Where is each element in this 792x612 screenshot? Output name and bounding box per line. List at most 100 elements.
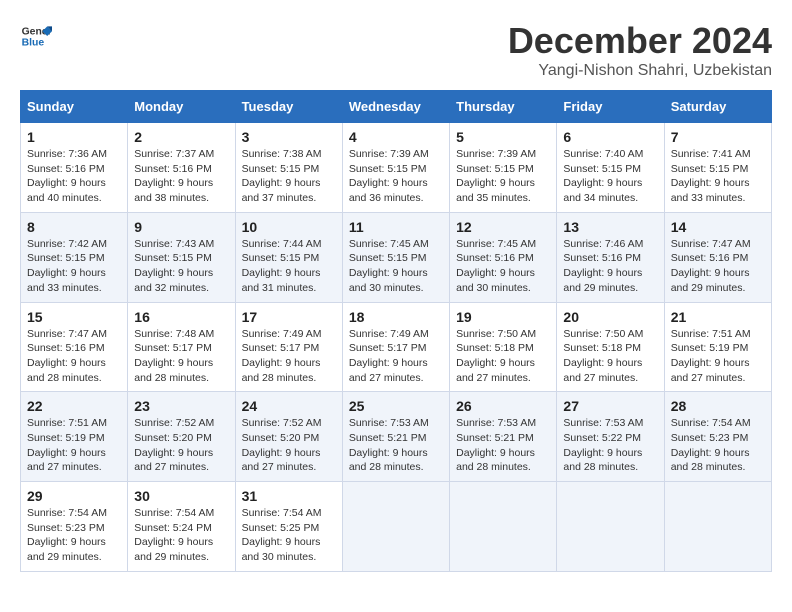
table-cell: 31 Sunrise: 7:54 AM Sunset: 5:25 PM Dayl… <box>235 482 342 572</box>
table-cell: 11 Sunrise: 7:45 AM Sunset: 5:15 PM Dayl… <box>342 212 449 302</box>
table-cell: 10 Sunrise: 7:44 AM Sunset: 5:15 PM Dayl… <box>235 212 342 302</box>
table-cell: 14 Sunrise: 7:47 AM Sunset: 5:16 PM Dayl… <box>664 212 771 302</box>
table-cell: 16 Sunrise: 7:48 AM Sunset: 5:17 PM Dayl… <box>128 302 235 392</box>
day-number: 30 <box>134 488 228 504</box>
day-detail: Sunrise: 7:50 AM Sunset: 5:18 PM Dayligh… <box>456 327 550 386</box>
day-detail: Sunrise: 7:53 AM Sunset: 5:21 PM Dayligh… <box>456 416 550 475</box>
day-detail: Sunrise: 7:38 AM Sunset: 5:15 PM Dayligh… <box>242 147 336 206</box>
col-monday: Monday <box>128 91 235 123</box>
day-detail: Sunrise: 7:47 AM Sunset: 5:16 PM Dayligh… <box>27 327 121 386</box>
day-detail: Sunrise: 7:49 AM Sunset: 5:17 PM Dayligh… <box>242 327 336 386</box>
table-cell: 3 Sunrise: 7:38 AM Sunset: 5:15 PM Dayli… <box>235 123 342 213</box>
day-number: 15 <box>27 309 121 325</box>
logo: General Blue <box>20 20 52 52</box>
table-cell <box>557 482 664 572</box>
table-cell: 1 Sunrise: 7:36 AM Sunset: 5:16 PM Dayli… <box>21 123 128 213</box>
day-number: 10 <box>242 219 336 235</box>
day-detail: Sunrise: 7:47 AM Sunset: 5:16 PM Dayligh… <box>671 237 765 296</box>
day-number: 19 <box>456 309 550 325</box>
table-cell: 7 Sunrise: 7:41 AM Sunset: 5:15 PM Dayli… <box>664 123 771 213</box>
table-cell <box>450 482 557 572</box>
col-thursday: Thursday <box>450 91 557 123</box>
day-detail: Sunrise: 7:37 AM Sunset: 5:16 PM Dayligh… <box>134 147 228 206</box>
day-number: 12 <box>456 219 550 235</box>
day-detail: Sunrise: 7:44 AM Sunset: 5:15 PM Dayligh… <box>242 237 336 296</box>
day-number: 4 <box>349 129 443 145</box>
day-number: 13 <box>563 219 657 235</box>
day-detail: Sunrise: 7:45 AM Sunset: 5:15 PM Dayligh… <box>349 237 443 296</box>
calendar-row: 29 Sunrise: 7:54 AM Sunset: 5:23 PM Dayl… <box>21 482 772 572</box>
day-number: 16 <box>134 309 228 325</box>
table-cell: 6 Sunrise: 7:40 AM Sunset: 5:15 PM Dayli… <box>557 123 664 213</box>
svg-text:Blue: Blue <box>22 38 45 49</box>
day-number: 3 <box>242 129 336 145</box>
header-row: Sunday Monday Tuesday Wednesday Thursday… <box>21 91 772 123</box>
day-number: 27 <box>563 398 657 414</box>
table-cell: 27 Sunrise: 7:53 AM Sunset: 5:22 PM Dayl… <box>557 392 664 482</box>
table-cell: 19 Sunrise: 7:50 AM Sunset: 5:18 PM Dayl… <box>450 302 557 392</box>
table-cell: 21 Sunrise: 7:51 AM Sunset: 5:19 PM Dayl… <box>664 302 771 392</box>
day-detail: Sunrise: 7:53 AM Sunset: 5:21 PM Dayligh… <box>349 416 443 475</box>
day-detail: Sunrise: 7:51 AM Sunset: 5:19 PM Dayligh… <box>671 327 765 386</box>
day-detail: Sunrise: 7:54 AM Sunset: 5:23 PM Dayligh… <box>671 416 765 475</box>
day-number: 14 <box>671 219 765 235</box>
day-number: 20 <box>563 309 657 325</box>
day-number: 9 <box>134 219 228 235</box>
day-detail: Sunrise: 7:39 AM Sunset: 5:15 PM Dayligh… <box>456 147 550 206</box>
col-saturday: Saturday <box>664 91 771 123</box>
col-tuesday: Tuesday <box>235 91 342 123</box>
day-number: 31 <box>242 488 336 504</box>
day-number: 22 <box>27 398 121 414</box>
calendar-subtitle: Yangi-Nishon Shahri, Uzbekistan <box>508 62 772 80</box>
col-wednesday: Wednesday <box>342 91 449 123</box>
day-detail: Sunrise: 7:41 AM Sunset: 5:15 PM Dayligh… <box>671 147 765 206</box>
table-cell: 13 Sunrise: 7:46 AM Sunset: 5:16 PM Dayl… <box>557 212 664 302</box>
day-detail: Sunrise: 7:51 AM Sunset: 5:19 PM Dayligh… <box>27 416 121 475</box>
col-sunday: Sunday <box>21 91 128 123</box>
day-detail: Sunrise: 7:52 AM Sunset: 5:20 PM Dayligh… <box>134 416 228 475</box>
table-cell: 15 Sunrise: 7:47 AM Sunset: 5:16 PM Dayl… <box>21 302 128 392</box>
day-number: 11 <box>349 219 443 235</box>
table-cell: 24 Sunrise: 7:52 AM Sunset: 5:20 PM Dayl… <box>235 392 342 482</box>
day-detail: Sunrise: 7:49 AM Sunset: 5:17 PM Dayligh… <box>349 327 443 386</box>
day-detail: Sunrise: 7:53 AM Sunset: 5:22 PM Dayligh… <box>563 416 657 475</box>
day-detail: Sunrise: 7:45 AM Sunset: 5:16 PM Dayligh… <box>456 237 550 296</box>
day-number: 18 <box>349 309 443 325</box>
logo-icon: General Blue <box>20 20 52 52</box>
table-cell: 8 Sunrise: 7:42 AM Sunset: 5:15 PM Dayli… <box>21 212 128 302</box>
table-cell: 29 Sunrise: 7:54 AM Sunset: 5:23 PM Dayl… <box>21 482 128 572</box>
table-cell: 30 Sunrise: 7:54 AM Sunset: 5:24 PM Dayl… <box>128 482 235 572</box>
day-detail: Sunrise: 7:36 AM Sunset: 5:16 PM Dayligh… <box>27 147 121 206</box>
table-cell: 26 Sunrise: 7:53 AM Sunset: 5:21 PM Dayl… <box>450 392 557 482</box>
day-number: 2 <box>134 129 228 145</box>
day-detail: Sunrise: 7:39 AM Sunset: 5:15 PM Dayligh… <box>349 147 443 206</box>
table-cell: 4 Sunrise: 7:39 AM Sunset: 5:15 PM Dayli… <box>342 123 449 213</box>
day-detail: Sunrise: 7:52 AM Sunset: 5:20 PM Dayligh… <box>242 416 336 475</box>
day-detail: Sunrise: 7:42 AM Sunset: 5:15 PM Dayligh… <box>27 237 121 296</box>
table-cell: 2 Sunrise: 7:37 AM Sunset: 5:16 PM Dayli… <box>128 123 235 213</box>
calendar-row: 1 Sunrise: 7:36 AM Sunset: 5:16 PM Dayli… <box>21 123 772 213</box>
day-number: 23 <box>134 398 228 414</box>
day-detail: Sunrise: 7:43 AM Sunset: 5:15 PM Dayligh… <box>134 237 228 296</box>
table-cell: 22 Sunrise: 7:51 AM Sunset: 5:19 PM Dayl… <box>21 392 128 482</box>
table-cell: 23 Sunrise: 7:52 AM Sunset: 5:20 PM Dayl… <box>128 392 235 482</box>
day-number: 7 <box>671 129 765 145</box>
day-number: 1 <box>27 129 121 145</box>
day-detail: Sunrise: 7:54 AM Sunset: 5:25 PM Dayligh… <box>242 506 336 565</box>
title-block: December 2024 Yangi-Nishon Shahri, Uzbek… <box>508 20 772 80</box>
table-cell <box>664 482 771 572</box>
table-cell: 12 Sunrise: 7:45 AM Sunset: 5:16 PM Dayl… <box>450 212 557 302</box>
day-number: 24 <box>242 398 336 414</box>
day-number: 29 <box>27 488 121 504</box>
table-cell: 28 Sunrise: 7:54 AM Sunset: 5:23 PM Dayl… <box>664 392 771 482</box>
table-cell: 5 Sunrise: 7:39 AM Sunset: 5:15 PM Dayli… <box>450 123 557 213</box>
table-cell: 9 Sunrise: 7:43 AM Sunset: 5:15 PM Dayli… <box>128 212 235 302</box>
day-detail: Sunrise: 7:40 AM Sunset: 5:15 PM Dayligh… <box>563 147 657 206</box>
day-number: 25 <box>349 398 443 414</box>
calendar-row: 15 Sunrise: 7:47 AM Sunset: 5:16 PM Dayl… <box>21 302 772 392</box>
calendar-row: 22 Sunrise: 7:51 AM Sunset: 5:19 PM Dayl… <box>21 392 772 482</box>
day-detail: Sunrise: 7:46 AM Sunset: 5:16 PM Dayligh… <box>563 237 657 296</box>
day-number: 21 <box>671 309 765 325</box>
header: General Blue December 2024 Yangi-Nishon … <box>20 20 772 80</box>
day-number: 17 <box>242 309 336 325</box>
